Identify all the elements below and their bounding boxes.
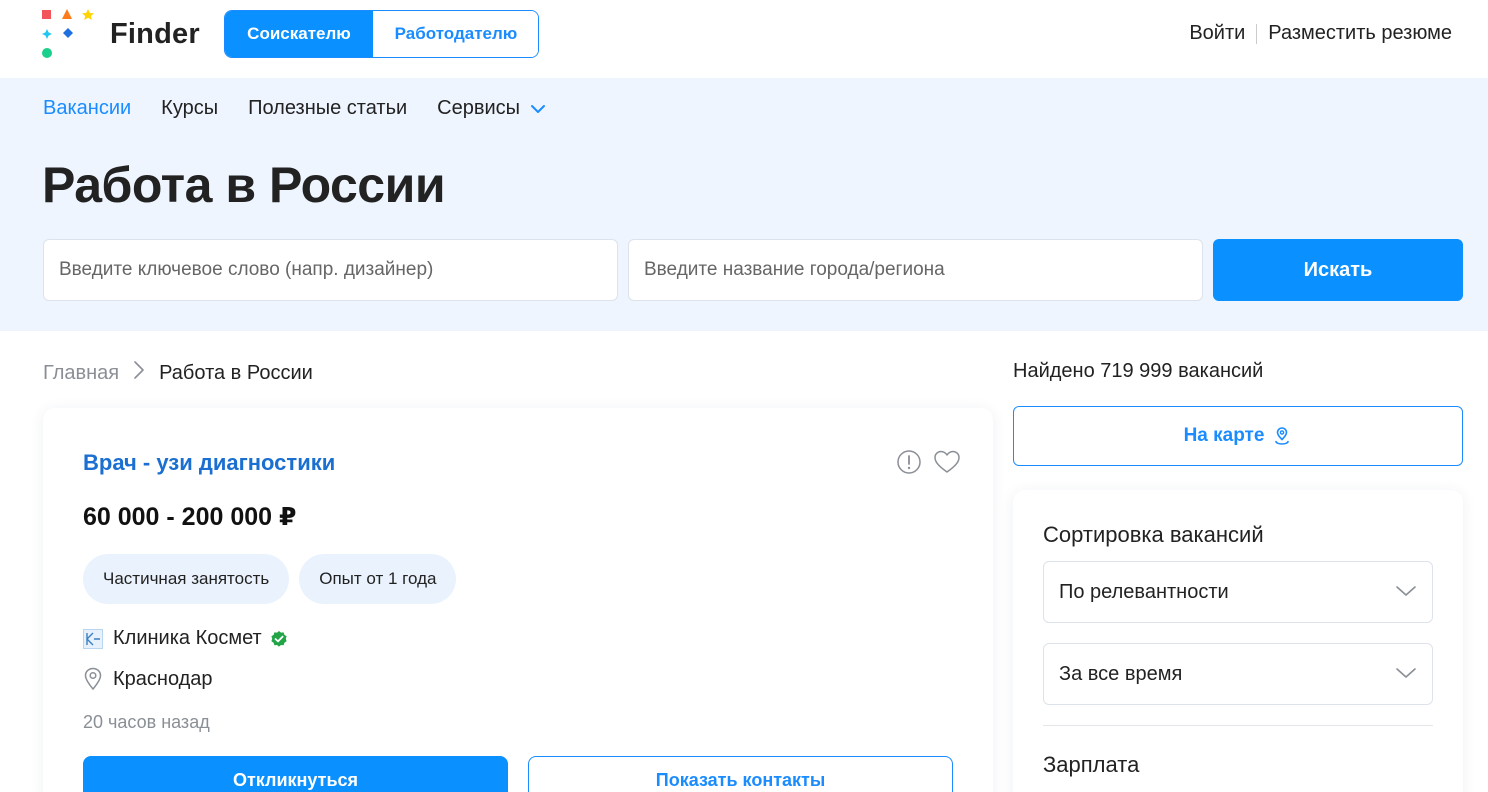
results-count: Найдено 719 999 вакансий (1013, 360, 1264, 382)
role-tab-employer[interactable]: Работодателю (373, 11, 538, 57)
finder-logo[interactable] (42, 8, 102, 60)
search-button[interactable]: Искать (1213, 239, 1463, 301)
breadcrumb-home[interactable]: Главная (43, 362, 119, 385)
period-value: За все время (1059, 662, 1183, 685)
location-pin-icon (83, 667, 103, 691)
tag-employment: Частичная занятость (83, 554, 290, 604)
nav-item-services-label: Сервисы (437, 97, 521, 119)
company-logo (83, 628, 103, 649)
nav-item-vacancies[interactable]: Вакансии (43, 97, 131, 120)
vacancy-company: Клиника Космет (83, 627, 288, 650)
apply-button[interactable]: Откликнуться (83, 756, 508, 792)
nav-item-courses[interactable]: Курсы (161, 97, 218, 120)
vacancy-salary: 60 000 - 200 000 ₽ (83, 503, 297, 531)
header-actions: Войти Разместить резюме (1189, 22, 1452, 45)
keyword-search-input[interactable] (43, 239, 618, 301)
vacancy-card: Врач - узи диагностики 60 000 - 200 000 … (43, 408, 993, 792)
sort-order-value: По релевантности (1059, 580, 1229, 603)
chevron-right-icon (133, 360, 145, 386)
top-header: Finder Соискателю Работодателю Войти Раз… (0, 0, 1488, 78)
nav-item-articles[interactable]: Полезные статьи (248, 97, 407, 120)
vacancy-tags: Частичная занятость Опыт от 1 года (83, 554, 466, 604)
sort-divider (1043, 725, 1433, 726)
vacancy-title[interactable]: Врач - узи диагностики (83, 450, 335, 476)
role-tab-applicant[interactable]: Соискателю (225, 11, 373, 57)
breadcrumb: Главная Работа в России (43, 360, 313, 386)
map-pin-icon (1272, 426, 1292, 446)
salary-filter-title: Зарплата (1043, 752, 1140, 777)
period-select[interactable]: За все время (1043, 643, 1433, 705)
company-name[interactable]: Клиника Космет (113, 627, 262, 650)
sort-panel: Сортировка вакансий По релевантности За … (1013, 490, 1463, 792)
show-contacts-button[interactable]: Показать контакты (528, 756, 953, 792)
nav-item-services[interactable]: Сервисы (437, 97, 546, 120)
chevron-down-icon (1395, 663, 1417, 686)
logo-text[interactable]: Finder (110, 18, 200, 51)
location-name: Краснодар (113, 667, 213, 690)
page-title: Работа в России (42, 157, 446, 213)
chevron-down-icon (1395, 581, 1417, 604)
map-button-label: На карте (1183, 425, 1265, 446)
verified-icon (270, 630, 288, 648)
chevron-down-icon (530, 97, 546, 120)
city-search-input[interactable] (628, 239, 1203, 301)
post-resume-link[interactable]: Разместить резюме (1268, 22, 1452, 45)
header-divider (1256, 23, 1258, 44)
tag-experience: Опыт от 1 года (299, 554, 457, 604)
map-view-button[interactable]: На карте (1013, 406, 1463, 466)
role-switch: Соискателю Работодателю (224, 10, 539, 58)
hero-section: Вакансии Курсы Полезные статьи Сервисы Р… (0, 78, 1488, 331)
breadcrumb-current: Работа в России (159, 361, 313, 384)
vacancy-location: Краснодар (83, 667, 213, 691)
login-link[interactable]: Войти (1189, 22, 1245, 45)
report-icon[interactable] (895, 448, 923, 476)
sort-order-select[interactable]: По релевантности (1043, 561, 1433, 623)
vacancy-actions (885, 448, 961, 476)
heart-icon[interactable] (933, 448, 961, 476)
posted-time: 20 часов назад (83, 712, 210, 732)
main-nav: Вакансии Курсы Полезные статьи Сервисы (43, 97, 576, 120)
sort-title: Сортировка вакансий (1043, 522, 1264, 547)
